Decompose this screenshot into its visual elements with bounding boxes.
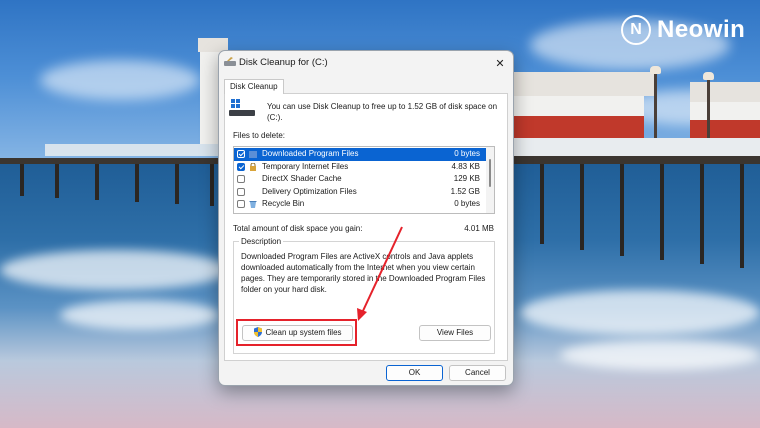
pier-deck — [514, 156, 760, 164]
file-size: 0 bytes — [454, 149, 480, 158]
neowin-logo: N Neowin — [621, 15, 745, 45]
list-item[interactable]: Downloaded Program Files 0 bytes — [234, 148, 486, 161]
pier-pile — [700, 164, 704, 264]
annotation-highlight-box — [236, 319, 357, 346]
total-space-label: Total amount of disk space you gain: — [233, 224, 363, 233]
file-name: DirectX Shader Cache — [262, 174, 342, 184]
lock-icon — [250, 162, 256, 171]
list-item[interactable]: Delivery Optimization Files 1.52 GB — [234, 186, 486, 199]
description-title: Description — [239, 237, 284, 246]
disk-cleanup-icon — [224, 57, 236, 66]
pier-pile — [55, 164, 59, 198]
lamp-post — [654, 72, 657, 138]
file-size: 0 bytes — [454, 199, 480, 209]
pier-pile — [95, 164, 99, 200]
checkbox[interactable] — [237, 150, 245, 158]
pier-house — [200, 52, 220, 144]
pier-house-roof — [690, 82, 760, 102]
total-space-value: 4.01 MB — [464, 224, 494, 233]
neowin-logo-icon: N — [621, 15, 651, 45]
list-item[interactable]: Recycle Bin 0 bytes — [234, 198, 486, 211]
list-item[interactable]: DirectX Shader Cache 129 KB — [234, 173, 486, 186]
list-item[interactable]: Temporary Internet Files 4.83 KB — [234, 161, 486, 174]
pier-pile — [540, 164, 544, 244]
wave-foam — [60, 300, 220, 330]
drive-icon — [229, 99, 255, 116]
pier-house-trim — [690, 120, 760, 140]
wave-foam — [560, 340, 760, 370]
pier-pile — [135, 164, 139, 202]
view-files-button[interactable]: View Files — [419, 325, 491, 341]
file-size: 4.83 KB — [451, 161, 480, 171]
window-title: Disk Cleanup for (C:) — [239, 57, 328, 68]
files-to-delete-list[interactable]: Downloaded Program Files 0 bytes Tempora… — [233, 146, 495, 214]
close-button[interactable]: ✕ — [491, 54, 509, 72]
ok-button[interactable]: OK — [386, 365, 443, 381]
pier-pile — [740, 164, 744, 268]
lamp-post — [707, 78, 710, 138]
intro-text: You can use Disk Cleanup to free up to 1… — [267, 102, 498, 122]
scrollbar-thumb[interactable] — [489, 159, 491, 187]
files-to-delete-label: Files to delete: — [233, 131, 286, 140]
pier-pile — [175, 164, 179, 204]
close-icon: ✕ — [495, 57, 505, 70]
wave-foam — [520, 290, 760, 335]
pier-pile — [210, 164, 214, 206]
cancel-button[interactable]: Cancel — [449, 365, 506, 381]
file-name: Temporary Internet Files — [262, 161, 349, 171]
lamp-head — [650, 66, 661, 74]
recycle-bin-icon — [249, 201, 257, 209]
checkbox[interactable] — [237, 200, 245, 209]
pier-railing — [514, 138, 760, 156]
pier-pile — [20, 164, 24, 196]
file-size: 1.52 GB — [450, 186, 480, 196]
file-name: Delivery Optimization Files — [262, 186, 357, 196]
file-name: Downloaded Program Files — [262, 149, 359, 158]
pier-railing — [45, 144, 220, 156]
checkbox[interactable] — [237, 162, 245, 171]
neowin-logo-text: Neowin — [657, 16, 746, 43]
checkbox[interactable] — [237, 175, 245, 184]
file-name: Recycle Bin — [262, 199, 305, 209]
pier-pile — [580, 164, 584, 250]
pier-house-roof — [514, 72, 654, 96]
file-size: 129 KB — [453, 174, 480, 184]
description-text: Downloaded Program Files are ActiveX con… — [241, 252, 486, 294]
checkbox[interactable] — [237, 187, 245, 196]
pier-house-trim — [514, 116, 644, 138]
title-bar[interactable]: Disk Cleanup for (C:) ✕ — [219, 51, 513, 75]
pier-deck — [0, 158, 220, 164]
list-scrollbar[interactable] — [486, 147, 494, 213]
tab-disk-cleanup[interactable]: Disk Cleanup — [224, 79, 284, 94]
wave-foam — [0, 250, 230, 290]
lamp-head — [703, 72, 714, 80]
pier-pile — [660, 164, 664, 260]
cloud — [40, 60, 200, 100]
folder-icon — [249, 151, 257, 158]
pier-pile — [620, 164, 624, 256]
